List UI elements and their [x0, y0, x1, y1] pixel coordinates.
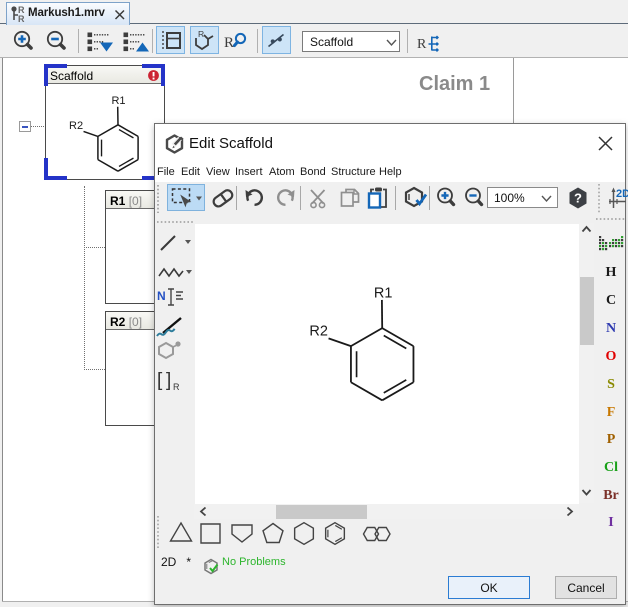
svg-text:[: [ [157, 370, 163, 391]
svg-text:N: N [157, 289, 166, 303]
svg-text:R1: R1 [111, 95, 125, 107]
svg-text:R: R [18, 14, 25, 24]
svg-text:R: R [224, 35, 234, 51]
svg-text:2D: 2D [616, 188, 628, 200]
svg-text:]: ] [166, 370, 171, 391]
svg-text:R2: R2 [69, 120, 83, 132]
svg-text:R1: R1 [374, 285, 393, 301]
svg-text:R: R [198, 29, 204, 39]
svg-text:R2: R2 [309, 323, 328, 339]
svg-text:?: ? [574, 191, 582, 206]
svg-text:R: R [173, 382, 180, 392]
svg-text:R: R [417, 37, 427, 52]
